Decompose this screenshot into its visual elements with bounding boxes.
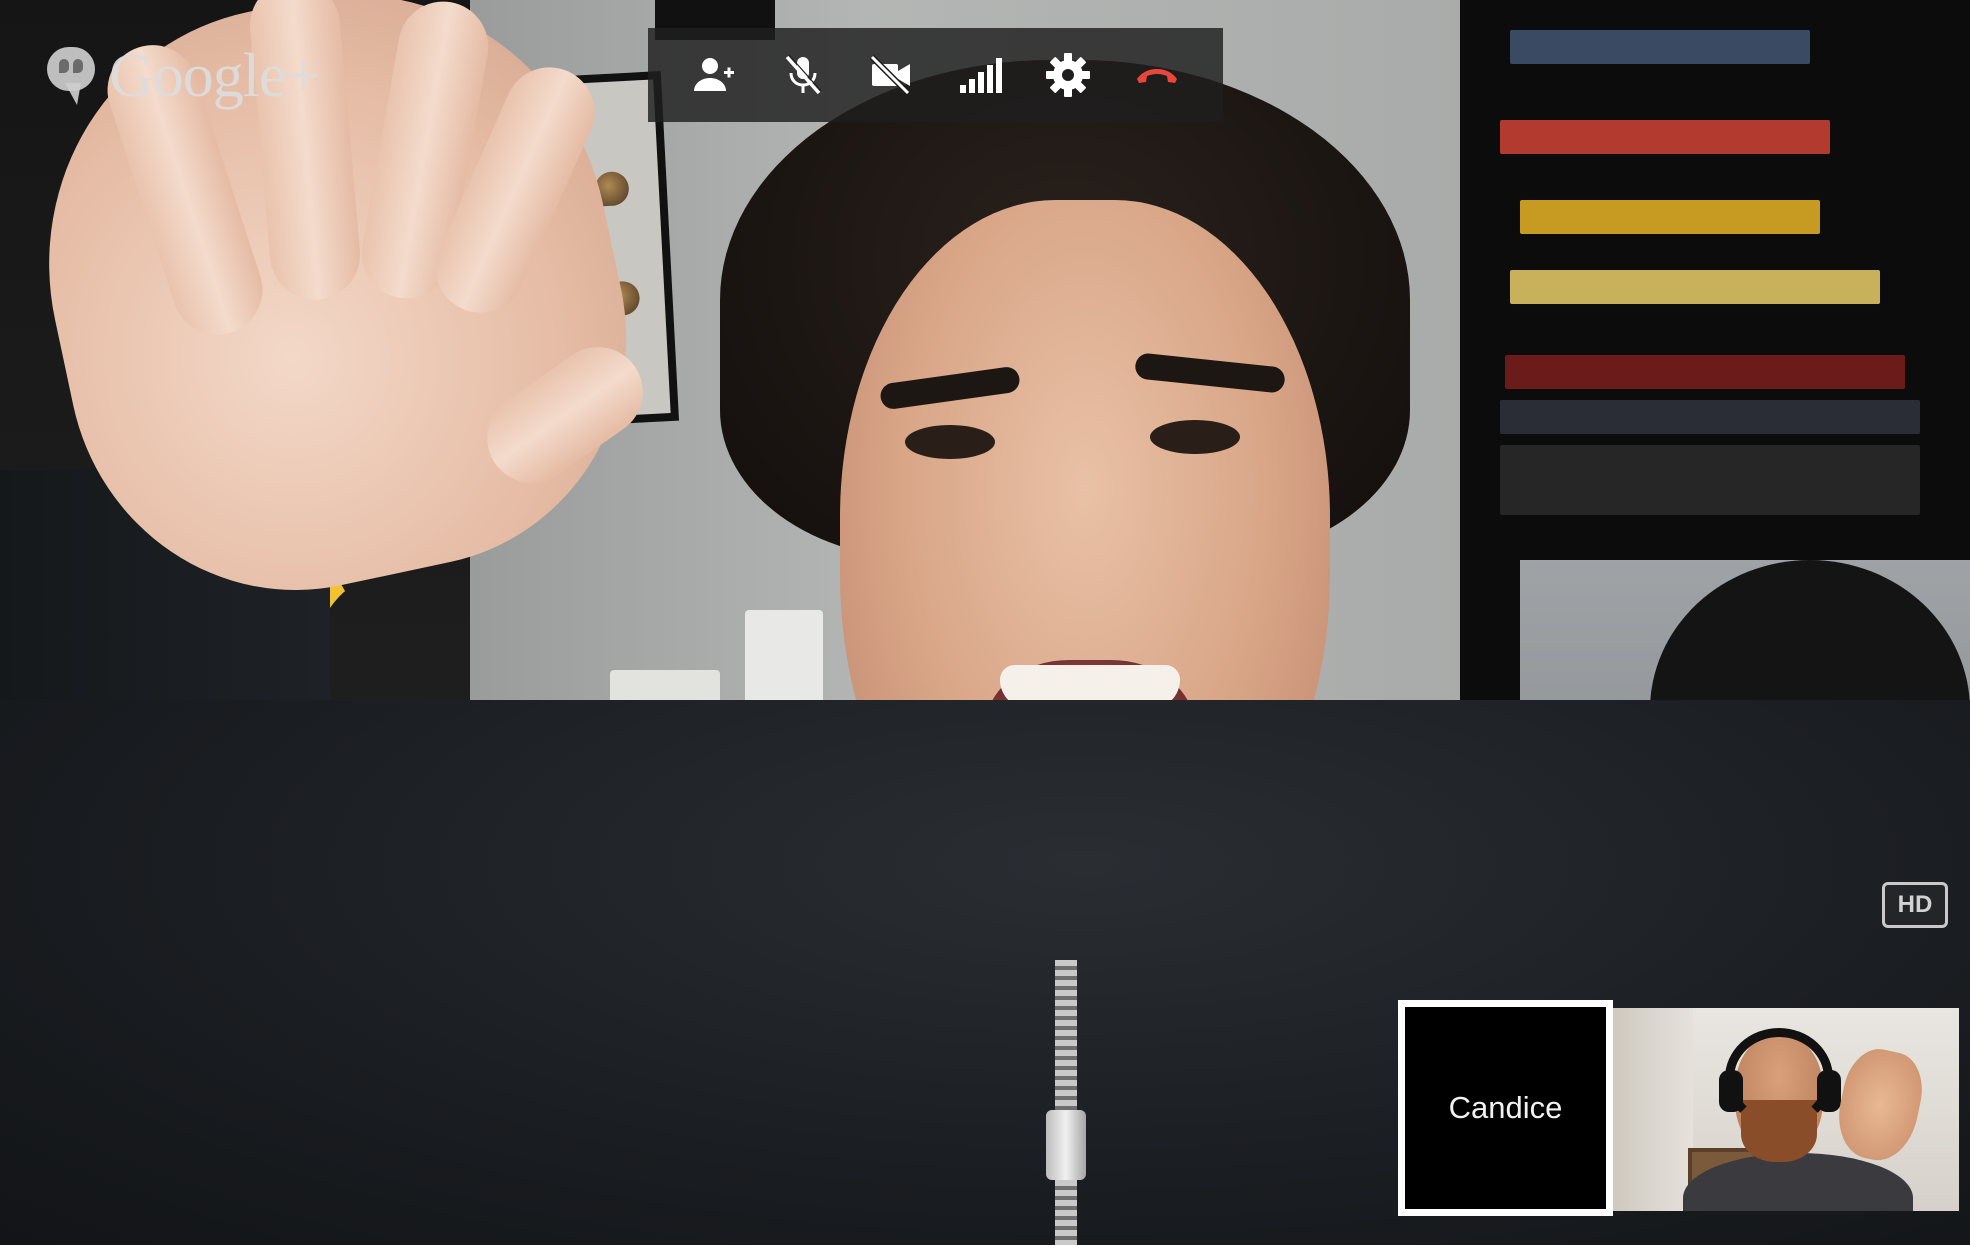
book [1500, 445, 1920, 515]
hang-up-button[interactable] [1120, 38, 1194, 112]
settings-button[interactable] [1031, 38, 1105, 112]
mic-off-icon [785, 54, 822, 95]
call-toolbar [648, 28, 1223, 122]
gear-icon [1046, 53, 1091, 97]
zipper [1055, 960, 1077, 1245]
quote-mark [73, 59, 83, 73]
participant-name: Candice [1448, 1090, 1563, 1125]
hang-up-icon [1136, 69, 1177, 83]
eye [905, 425, 995, 459]
participant-tile-candice[interactable]: Candice [1398, 1000, 1613, 1216]
hangouts-bubble-tail [65, 83, 81, 105]
hd-badge[interactable]: HD [1882, 882, 1948, 928]
book [1500, 400, 1920, 434]
brand-text: Google+ [109, 42, 320, 110]
participant-filmstrip: Candice [1398, 1000, 1959, 1216]
book [1510, 30, 1810, 64]
invite-people-button[interactable] [677, 38, 751, 112]
bandwidth-button[interactable] [943, 38, 1017, 112]
quote-mark [59, 59, 69, 73]
eye [1150, 420, 1240, 454]
participant-tile-self-video[interactable] [1613, 1008, 1959, 1211]
zipper-pull [1046, 1110, 1086, 1180]
hangouts-icon [47, 47, 95, 105]
book [1505, 355, 1905, 389]
self-waving-hand [1830, 1043, 1930, 1167]
camera-off-icon [870, 54, 911, 96]
book [1510, 270, 1880, 304]
book [1500, 120, 1830, 154]
signal-bars-icon [959, 58, 1002, 93]
turn-off-camera-button[interactable] [854, 38, 928, 112]
headphone-ear [1817, 1070, 1841, 1112]
mute-microphone-button[interactable] [766, 38, 840, 112]
book [1520, 200, 1820, 234]
add-person-icon [694, 58, 735, 91]
google-plus-logo: Google+ [47, 42, 320, 110]
headphone-ear [1719, 1070, 1743, 1112]
self-background [1613, 1008, 1693, 1211]
